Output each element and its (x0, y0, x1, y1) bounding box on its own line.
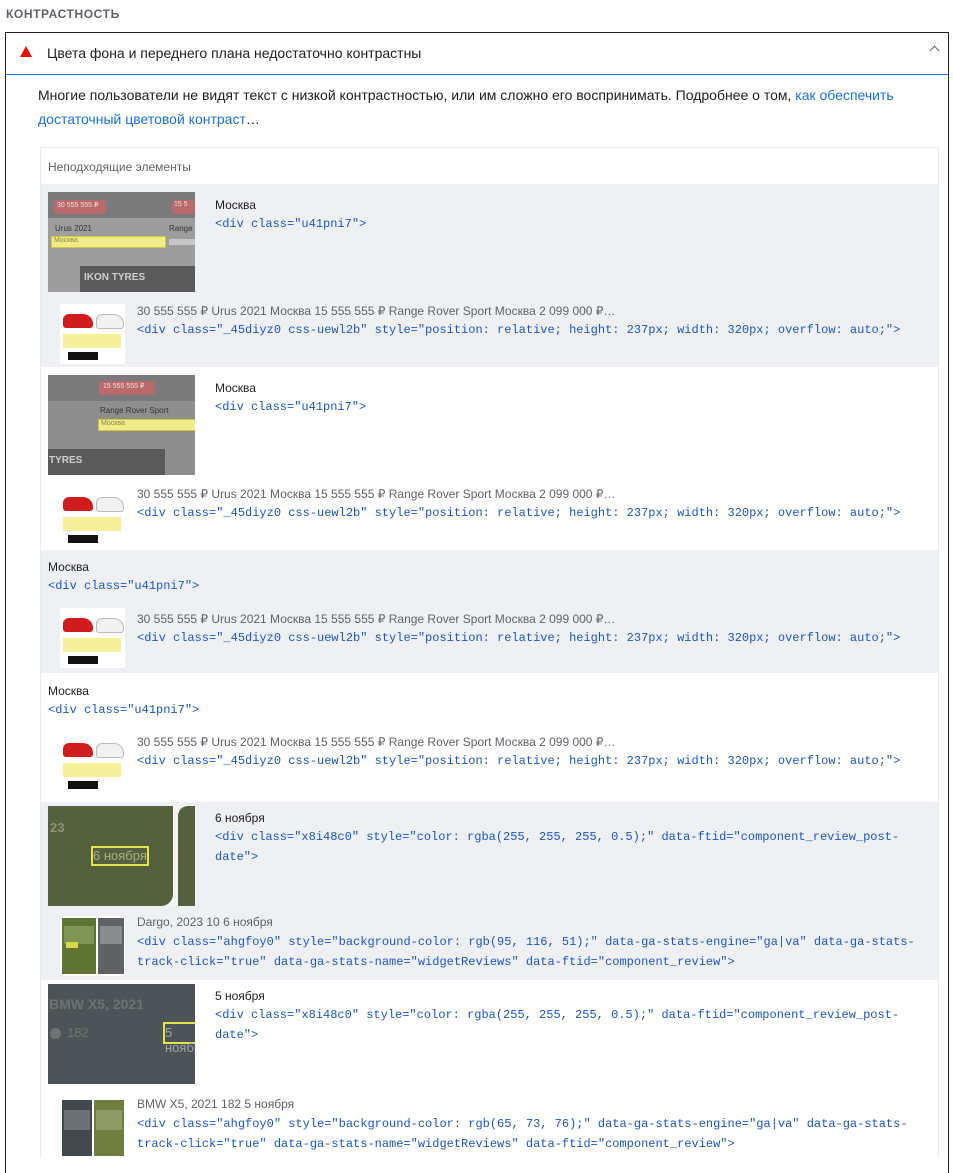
parent-snippet[interactable]: <div class="_45diyz0 css-uewl2b" style="… (137, 628, 900, 648)
section-title: КОНТРАСТНОСТЬ (6, 7, 120, 21)
parent-snippet[interactable]: <div class="_45diyz0 css-uewl2b" style="… (137, 751, 900, 771)
thumb-model: Range Rover Sport (100, 406, 169, 415)
parent-snippet[interactable]: <div class="_45diyz0 css-uewl2b" style="… (137, 503, 900, 523)
table-row: 30 555 555 ₽ 15 5 Urus 2021 Range Москва… (41, 184, 938, 367)
parent-snippet[interactable]: <div class="ahgfoy0" style="background-c… (137, 1114, 927, 1154)
parent-screenshot (60, 733, 125, 793)
node-label: 6 ноября (215, 811, 265, 825)
thumb-model: BMW X5, 2021 (49, 996, 144, 1012)
node-label: Москва (48, 684, 89, 698)
thumb-price: 15 555 555 ₽ (103, 383, 145, 390)
node-snippet[interactable]: <div class="u41pni7"> (48, 700, 199, 720)
node-snippet[interactable]: <div class="u41pni7"> (215, 214, 366, 234)
audit-panel: Цвета фона и переднего плана недостаточн… (5, 32, 949, 1173)
audit-description: Многие пользователи не видят текст с низ… (38, 83, 928, 131)
element-screenshot: 30 555 555 ₽ 15 5 Urus 2021 Range Москва… (48, 192, 195, 292)
failing-elements-table: Неподходящие элементы 30 555 555 ₽ 15 5 … (40, 147, 939, 1158)
chevron-up-icon[interactable] (929, 45, 940, 56)
thumb-date: 6 ноября (93, 848, 147, 863)
thumb-count: 23 (50, 820, 65, 835)
parent-screenshot (60, 608, 125, 668)
parent-label: 30 555 555 ₽ Urus 2021 Москва 15 555 555… (137, 612, 616, 626)
thumb-model: Urus 2021 (55, 224, 92, 233)
table-row: Москва <div class="u41pni7"> 30 555 555 … (41, 550, 938, 673)
parent-screenshot (60, 487, 125, 547)
description-ellipsis: … (245, 111, 260, 127)
table-header: Неподходящие элементы (41, 148, 938, 184)
element-screenshot: 15 555 555 ₽ Range Rover Sport Москва TY… (48, 375, 195, 475)
table-header-label: Неподходящие элементы (48, 160, 191, 174)
node-label: 5 ноября (215, 989, 265, 1003)
node-snippet[interactable]: <div class="x8i48c0" style="color: rgba(… (215, 1005, 915, 1045)
parent-snippet[interactable]: <div class="ahgfoy0" style="background-c… (137, 932, 927, 972)
parent-screenshot (60, 304, 125, 364)
table-row: 23 6 ноября 6 ноября <div class="x8i48c0… (41, 802, 938, 980)
node-label: Москва (48, 560, 89, 574)
parent-label: BMW X5, 2021 182 5 ноября (137, 1097, 295, 1111)
parent-label: Dargo, 2023 10 6 ноября (137, 915, 273, 929)
thumb-date: 5 ноябр (165, 1025, 195, 1055)
node-snippet[interactable]: <div class="u41pni7"> (48, 576, 199, 596)
table-row: Москва <div class="u41pni7"> 30 555 555 … (41, 673, 938, 802)
parent-screenshot (60, 1098, 125, 1158)
table-row: BMW X5, 2021 182 5 ноябр 5 ноября <div c… (41, 980, 938, 1158)
table-row: 15 555 555 ₽ Range Rover Sport Москва TY… (41, 367, 938, 550)
node-snippet[interactable]: <div class="u41pni7"> (215, 397, 366, 417)
parent-label: 30 555 555 ₽ Urus 2021 Москва 15 555 555… (137, 304, 616, 318)
thumb-brand: IKON TYRES (84, 272, 146, 283)
element-screenshot: 23 6 ноября (48, 806, 195, 906)
thumb-price: 30 555 555 ₽ (57, 202, 99, 209)
thumb-model: Range (169, 224, 193, 233)
audit-title[interactable]: Цвета фона и переднего плана недостаточн… (47, 45, 421, 61)
thumb-city: Москва (101, 420, 125, 427)
node-label: Москва (215, 198, 256, 212)
parent-snippet[interactable]: <div class="_45diyz0 css-uewl2b" style="… (137, 320, 900, 340)
warning-triangle-icon (20, 46, 32, 57)
parent-label: 30 555 555 ₽ Urus 2021 Москва 15 555 555… (137, 487, 616, 501)
parent-screenshot (60, 916, 125, 976)
description-text: Многие пользователи не видят текст с низ… (38, 87, 796, 103)
thumb-count: 182 (67, 1025, 89, 1040)
thumb-city: Москва (54, 237, 78, 244)
thumb-price: 15 5 (174, 201, 188, 208)
node-label: Москва (215, 381, 256, 395)
audit-header[interactable]: Цвета фона и переднего плана недостаточн… (6, 33, 948, 75)
node-snippet[interactable]: <div class="x8i48c0" style="color: rgba(… (215, 827, 915, 867)
thumb-brand: TYRES (49, 455, 83, 466)
parent-label: 30 555 555 ₽ Urus 2021 Москва 15 555 555… (137, 735, 616, 749)
element-screenshot: BMW X5, 2021 182 5 ноябр (48, 984, 195, 1084)
